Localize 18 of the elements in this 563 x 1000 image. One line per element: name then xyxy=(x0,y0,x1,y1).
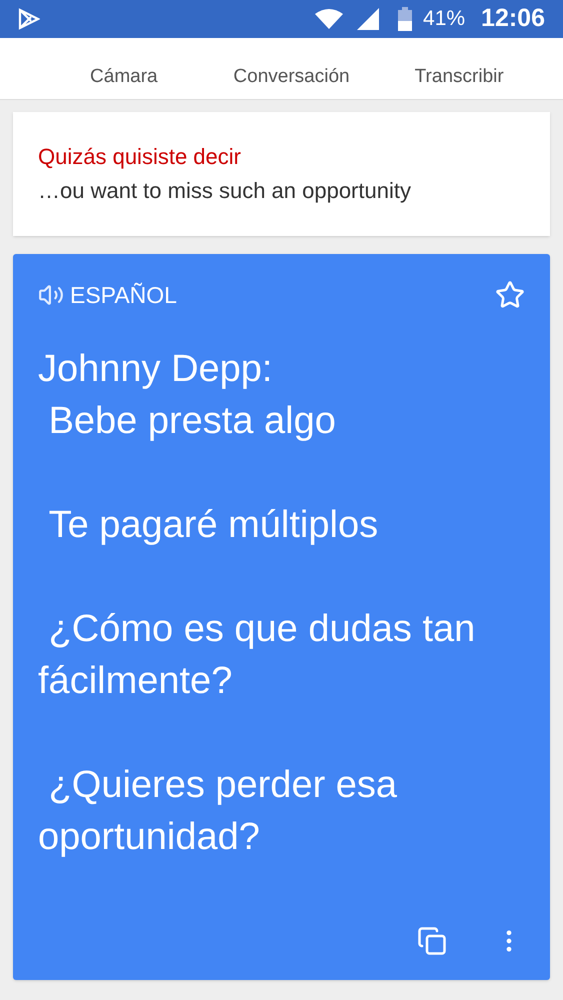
copy-icon[interactable] xyxy=(417,926,447,956)
suggestion-link[interactable]: …ou want to miss such an opportunity xyxy=(38,176,525,206)
star-icon[interactable] xyxy=(495,280,525,310)
suggestion-heading: Quizás quisiste decir xyxy=(38,143,242,171)
signal-icon xyxy=(357,8,380,30)
tab[interactable]: Transcribir xyxy=(375,45,544,92)
language-label: ESPAÑOL xyxy=(70,281,177,310)
translated-text: ¿Quieres perder esa oportunidad? xyxy=(38,762,398,860)
translated-text: ¿Cómo es que dudas tan fácilmente? xyxy=(38,606,476,704)
translated-text: Johnny Depp: Bebe presta algo xyxy=(38,346,337,444)
wifi-icon xyxy=(315,8,344,30)
battery-icon xyxy=(397,7,414,31)
play-store-icon xyxy=(18,8,40,30)
translated-text: Te pagaré múltiplos xyxy=(48,502,380,548)
tab[interactable]: Cámara xyxy=(40,45,208,92)
tab[interactable]: Conversación xyxy=(208,45,376,92)
battery-level: 41% xyxy=(423,6,466,32)
clock: 12:06 xyxy=(481,3,545,34)
